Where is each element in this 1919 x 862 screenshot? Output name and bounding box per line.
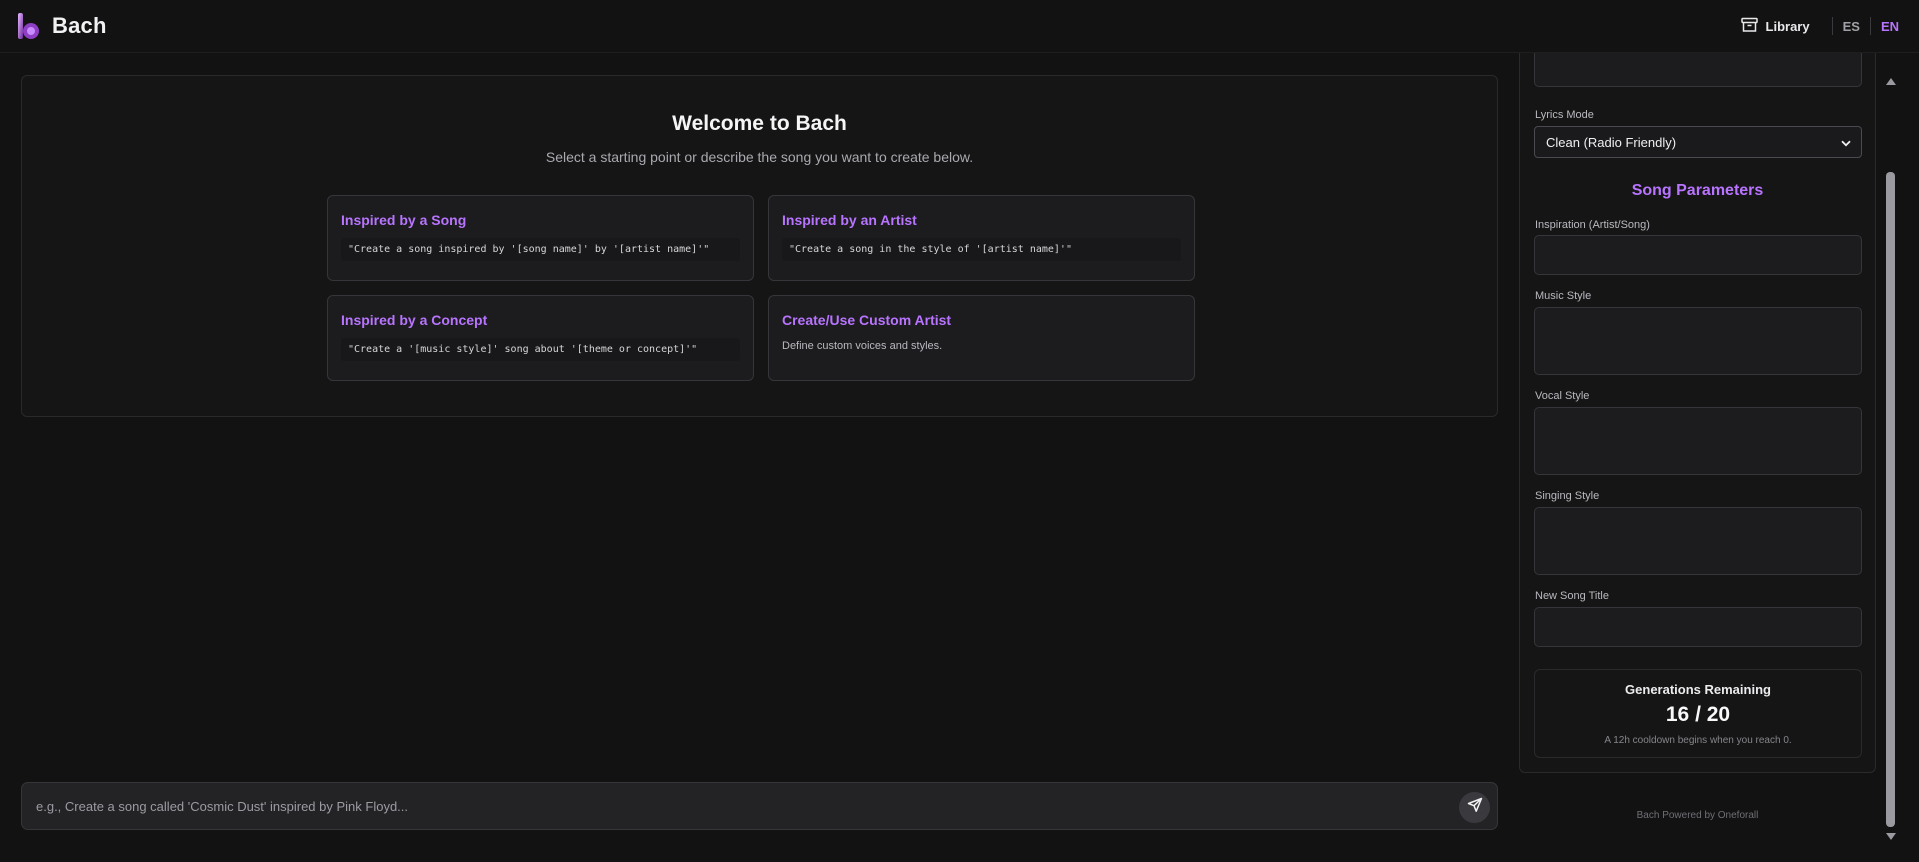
card-description: Define custom voices and styles. [782,340,943,352]
prompt-input[interactable] [36,783,1436,829]
card-inspired-by-concept[interactable]: Inspired by a Concept "Create a '[music … [327,295,754,381]
scroll-up-arrow-icon[interactable] [1886,78,1896,85]
generations-note: A 12h cooldown begins when you reach 0. [1604,735,1792,746]
generations-count: 16 / 20 [1665,703,1731,726]
archive-icon [1740,17,1758,36]
lyrics-mode-value: Clean (Radio Friendly) [1546,134,1677,150]
previous-field[interactable] [1534,53,1862,87]
card-example: "Create a song inspired by '[song name]'… [341,238,740,261]
card-example: "Create a '[music style]' song about '[t… [341,338,740,361]
lyrics-mode-label: Lyrics Mode [1535,109,1594,121]
card-title: Inspired by a Song [341,212,467,228]
card-inspired-by-artist[interactable]: Inspired by an Artist "Create a song in … [768,195,1195,281]
inspiration-input[interactable] [1534,235,1862,275]
new-song-title-label: New Song Title [1535,590,1609,602]
music-style-label: Music Style [1535,290,1592,302]
card-title: Inspired by an Artist [782,212,917,228]
brand-name: Bach [52,13,107,38]
welcome-subtitle: Select a starting point or describe the … [545,149,974,165]
brand[interactable]: Bach [16,11,107,41]
singing-style-textarea[interactable] [1534,507,1862,575]
prompt-composer [21,782,1498,830]
card-custom-artist[interactable]: Create/Use Custom Artist Define custom v… [768,295,1195,381]
card-example: "Create a song in the style of '[artist … [782,238,1181,261]
scroll-down-arrow-icon[interactable] [1886,833,1896,840]
lyrics-mode-select[interactable]: Clean (Radio Friendly) [1534,126,1862,158]
bach-logo-icon [16,11,42,41]
vocal-style-label: Vocal Style [1535,390,1590,402]
generations-remaining-box: Generations Remaining 16 / 20 A 12h cool… [1534,669,1862,758]
song-settings-panel: Lyrics Mode Clean (Radio Friendly) Song … [1519,53,1876,773]
card-title: Create/Use Custom Artist [782,312,952,328]
vocal-style-textarea[interactable] [1534,407,1862,475]
singing-style-label: Singing Style [1535,490,1600,502]
library-button[interactable]: Library [1740,17,1810,36]
generations-title: Generations Remaining [1625,682,1771,697]
app-header: Bach Library ES EN [0,0,1919,53]
new-song-title-input[interactable] [1534,607,1862,647]
welcome-panel: Welcome to Bach Select a starting point … [21,75,1498,417]
music-style-textarea[interactable] [1534,307,1862,375]
footer-credit: Bach Powered by Oneforall [1636,810,1759,821]
lang-en-button[interactable]: EN [1871,19,1903,34]
library-label: Library [1765,18,1810,34]
welcome-title: Welcome to Bach [672,112,847,135]
inspiration-label: Inspiration (Artist/Song) [1535,219,1650,231]
card-inspired-by-song[interactable]: Inspired by a Song "Create a song inspir… [327,195,754,281]
scrollbar-thumb[interactable] [1886,172,1895,827]
send-icon [1467,797,1483,818]
chevron-down-icon [1841,135,1851,150]
send-button[interactable] [1459,792,1490,823]
card-title: Inspired by a Concept [341,312,488,328]
song-parameters-title: Song Parameters [1631,182,1764,199]
header-actions: Library ES EN [1740,14,1903,38]
panel-scrollbar[interactable] [1883,75,1898,843]
lang-es-button[interactable]: ES [1833,19,1870,34]
